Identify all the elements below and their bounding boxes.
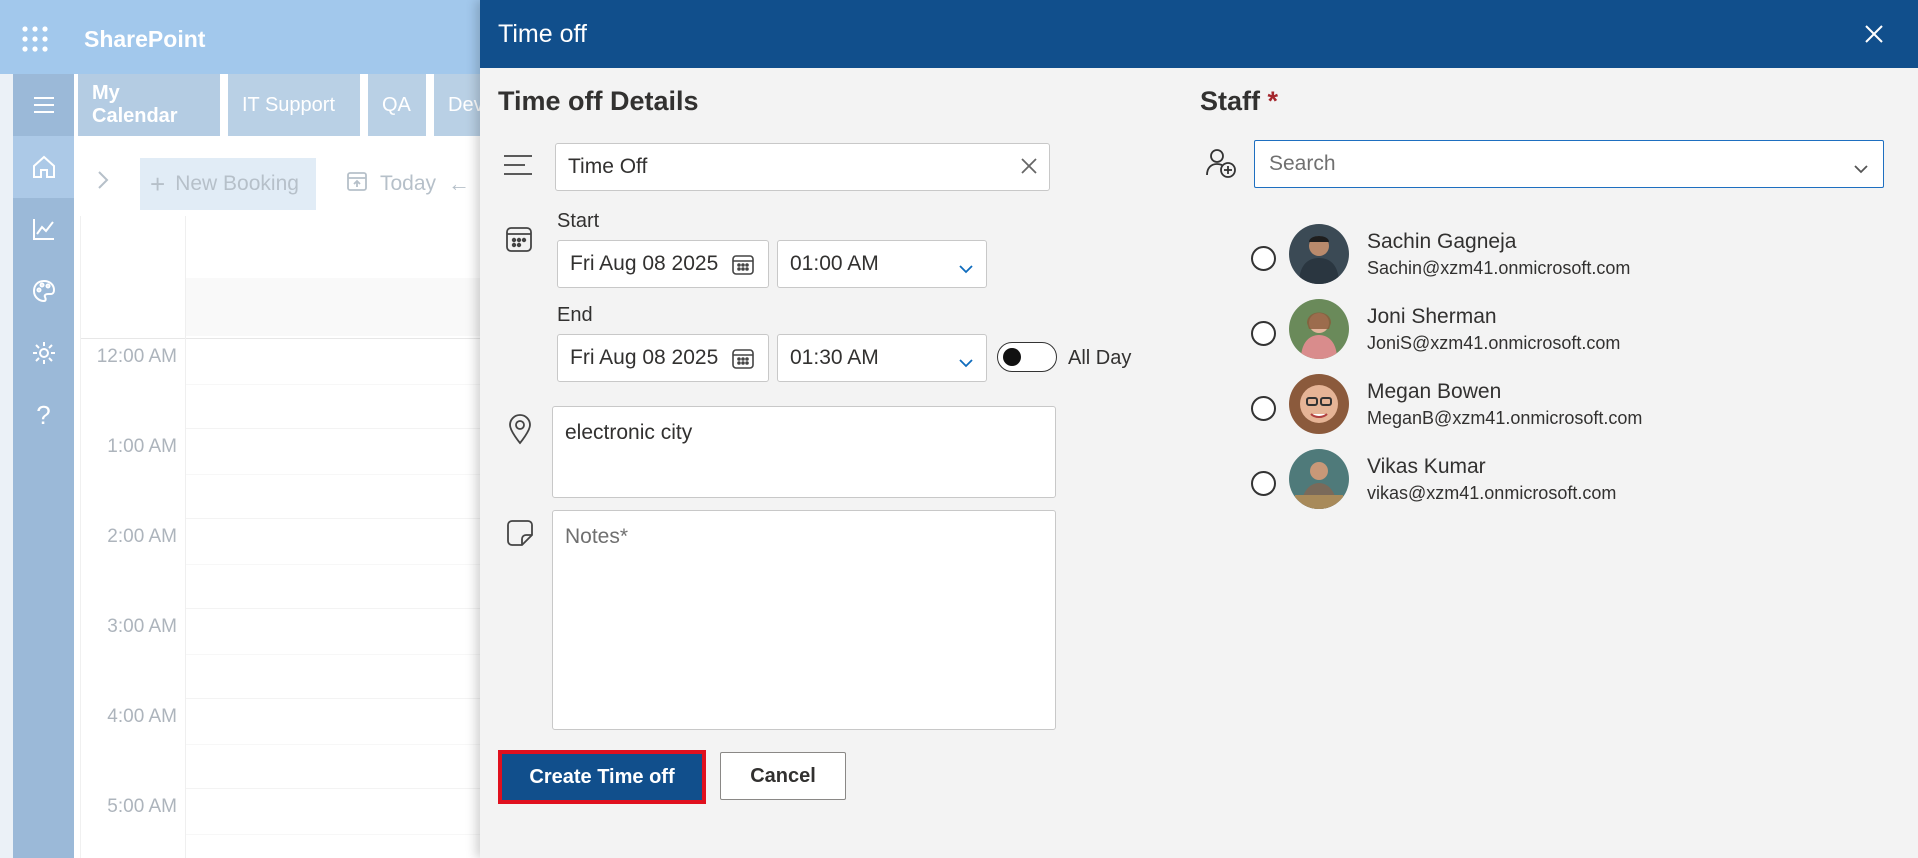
staff-radio[interactable]	[1251, 396, 1276, 421]
avatar	[1289, 449, 1349, 509]
start-date-value: Fri Aug 08 2025	[570, 252, 719, 275]
chevron-down-icon	[958, 351, 974, 375]
all-day-toggle[interactable]	[997, 342, 1057, 372]
chevron-down-icon[interactable]	[1853, 157, 1869, 181]
end-date-value: Fri Aug 08 2025	[570, 346, 719, 369]
notes-textarea[interactable]: Notes*	[552, 510, 1056, 730]
notes-placeholder: Notes*	[565, 525, 629, 548]
panel-title: Time off	[498, 20, 587, 48]
staff-item[interactable]: Joni Sherman JoniS@xzm41.onmicrosoft.com	[1251, 299, 1731, 369]
avatar	[1289, 374, 1349, 434]
start-time-value: 01:00 AM	[790, 252, 879, 275]
end-label: End	[557, 304, 593, 326]
end-time-value: 01:30 AM	[790, 346, 879, 369]
avatar	[1289, 299, 1349, 359]
staff-name: Vikas Kumar	[1367, 455, 1486, 478]
title-input-value: Time Off	[568, 155, 648, 178]
start-label: Start	[557, 210, 600, 232]
avatar	[1289, 224, 1349, 284]
calendar-icon	[504, 224, 534, 254]
panel-overlay[interactable]	[0, 0, 484, 858]
staff-radio[interactable]	[1251, 471, 1276, 496]
staff-list: Sachin Gagneja Sachin@xzm41.onmicrosoft.…	[1251, 224, 1811, 524]
required-mark: *	[1267, 86, 1279, 116]
staff-email: vikas@xzm41.onmicrosoft.com	[1367, 483, 1617, 503]
staff-title: Staff *	[1200, 86, 1278, 117]
note-icon	[506, 518, 534, 548]
add-person-icon	[1204, 146, 1238, 180]
location-value: electronic city	[565, 421, 693, 444]
cancel-label: Cancel	[750, 764, 816, 787]
end-time-dropdown[interactable]: 01:30 AM	[777, 334, 987, 382]
create-time-off-button[interactable]: Create Time off	[498, 750, 706, 804]
clear-icon[interactable]	[1019, 156, 1039, 182]
staff-radio[interactable]	[1251, 246, 1276, 271]
location-input[interactable]: electronic city	[552, 406, 1056, 498]
staff-item[interactable]: Megan Bowen MeganB@xzm41.onmicrosoft.com	[1251, 374, 1731, 444]
close-icon[interactable]	[1858, 18, 1890, 50]
text-align-icon	[502, 150, 534, 180]
create-time-off-label: Create Time off	[529, 765, 675, 788]
staff-item[interactable]: Vikas Kumar vikas@xzm41.onmicrosoft.com	[1251, 449, 1731, 519]
all-day-label: All Day	[1068, 347, 1132, 369]
title-input[interactable]: Time Off	[555, 143, 1050, 191]
staff-email: JoniS@xzm41.onmicrosoft.com	[1367, 333, 1621, 353]
details-title: Time off Details	[498, 86, 699, 116]
staff-name: Megan Bowen	[1367, 380, 1502, 403]
end-date-picker[interactable]: Fri Aug 08 2025	[557, 334, 769, 382]
start-date-picker[interactable]: Fri Aug 08 2025	[557, 240, 769, 288]
staff-radio[interactable]	[1251, 321, 1276, 346]
toggle-knob	[1003, 348, 1021, 366]
calendar-picker-icon[interactable]	[732, 254, 754, 282]
staff-email: MeganB@xzm41.onmicrosoft.com	[1367, 408, 1643, 428]
staff-search-input[interactable]: Search	[1254, 140, 1884, 188]
calendar-picker-icon[interactable]	[732, 348, 754, 376]
staff-name: Joni Sherman	[1367, 305, 1497, 328]
location-icon	[506, 412, 534, 446]
staff-search-placeholder: Search	[1269, 152, 1336, 175]
panel-header: Time off	[480, 0, 1918, 68]
staff-title-text: Staff	[1200, 86, 1260, 116]
staff-name: Sachin Gagneja	[1367, 230, 1517, 253]
chevron-down-icon	[958, 257, 974, 281]
start-time-dropdown[interactable]: 01:00 AM	[777, 240, 987, 288]
time-off-panel: Time off Time off Details Time Off Start…	[480, 0, 1918, 858]
cancel-button[interactable]: Cancel	[720, 752, 846, 800]
staff-item[interactable]: Sachin Gagneja Sachin@xzm41.onmicrosoft.…	[1251, 224, 1731, 294]
staff-email: Sachin@xzm41.onmicrosoft.com	[1367, 258, 1631, 278]
